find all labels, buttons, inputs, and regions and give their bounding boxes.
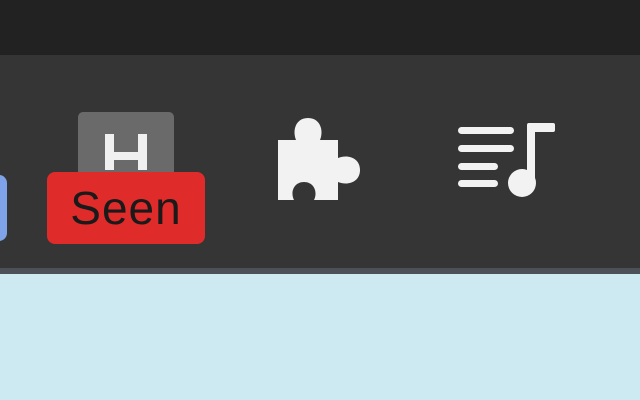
media-playlist-button[interactable] xyxy=(452,115,564,205)
h-extension-button[interactable]: Seen xyxy=(45,112,207,247)
page-content-area xyxy=(0,274,640,400)
window-top-strip xyxy=(0,0,640,55)
playlist-music-icon xyxy=(458,123,555,197)
seen-badge: Seen xyxy=(47,172,205,244)
puzzle-piece-icon xyxy=(278,118,360,200)
extensions-menu-button[interactable] xyxy=(268,112,368,212)
partial-extension-icon[interactable] xyxy=(0,175,7,241)
